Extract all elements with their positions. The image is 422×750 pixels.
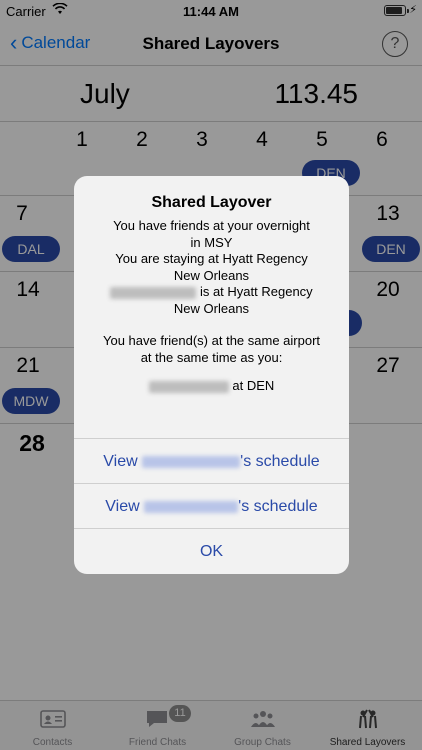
alert-line: is at Hyatt Regency	[86, 284, 337, 301]
redacted-name	[148, 380, 229, 393]
alert-message: You have friends at your overnight in MS…	[86, 218, 337, 395]
alert-title: Shared Layover	[151, 194, 272, 211]
shared-layover-alert: Shared Layover You have friends at your …	[74, 176, 349, 574]
redacted-name	[144, 500, 239, 513]
ok-button[interactable]: OK	[74, 528, 349, 573]
button-text: 's schedule	[238, 498, 318, 515]
alert-line: You have friends at your overnight	[113, 218, 310, 233]
button-text: View	[103, 453, 138, 470]
alert-line: You have friend(s) at the same airport	[102, 333, 321, 348]
alert-line: at the same time as you:	[140, 349, 283, 365]
redacted-name	[142, 455, 241, 468]
view-friend1-schedule-button[interactable]: View 's schedule	[74, 438, 349, 483]
view-friend2-schedule-button[interactable]: View 's schedule	[74, 483, 349, 528]
redacted-name	[110, 286, 197, 299]
alert-text: is at Hyatt Regency	[199, 284, 313, 299]
alert-line: New Orleans	[173, 300, 250, 316]
alert-line: New Orleans	[173, 267, 250, 283]
alert-line: You are staying at Hyatt Regency	[115, 251, 308, 266]
alert-body: Shared Layover You have friends at your …	[74, 176, 349, 438]
button-text: 's schedule	[240, 453, 320, 470]
alert-line: at DEN	[86, 378, 337, 395]
alert-text: at DEN	[232, 378, 275, 393]
button-text: View	[105, 498, 140, 515]
alert-line: in MSY	[190, 234, 233, 250]
